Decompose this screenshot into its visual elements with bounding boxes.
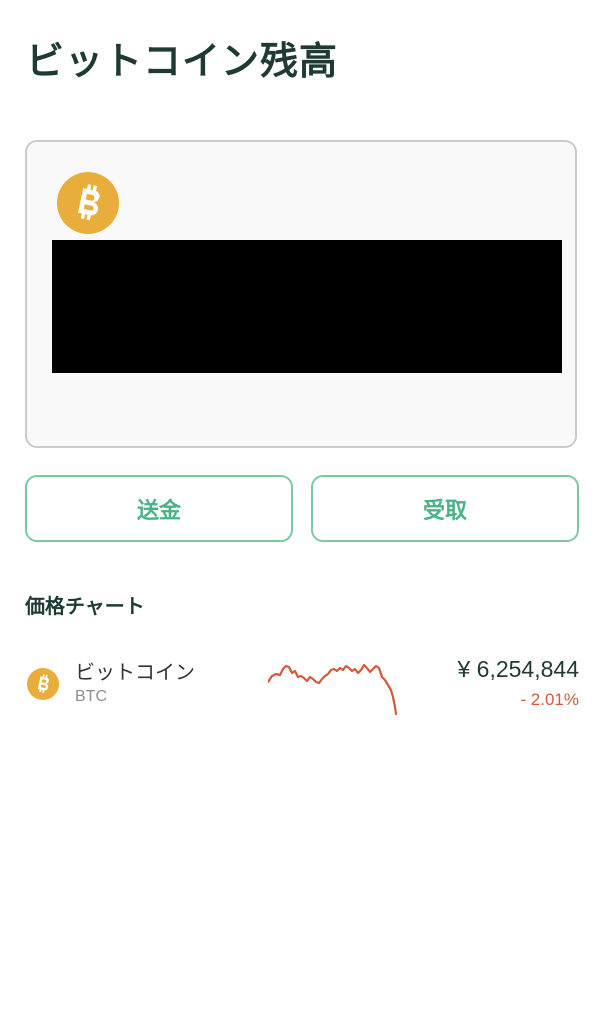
- coin-price: ¥ 6,254,844: [457, 656, 579, 682]
- bitcoin-icon: [27, 668, 59, 700]
- page-title: ビットコイン残高: [26, 39, 339, 83]
- market-row-btc[interactable]: ビットコイン BTC ¥ 6,254,844 - 2.01%: [25, 646, 579, 724]
- receive-button[interactable]: 受取: [311, 475, 579, 542]
- coin-ticker: BTC: [75, 688, 107, 705]
- send-button[interactable]: 送金: [25, 475, 293, 542]
- price-sparkline: [268, 663, 398, 716]
- balance-amount-redacted: [52, 240, 562, 373]
- balance-card: [25, 140, 577, 448]
- bitcoin-icon: [57, 172, 119, 234]
- coin-name: ビットコイン: [75, 660, 195, 684]
- price-chart-section-title: 価格チャート: [25, 594, 145, 618]
- coin-change-percent: - 2.01%: [520, 690, 579, 709]
